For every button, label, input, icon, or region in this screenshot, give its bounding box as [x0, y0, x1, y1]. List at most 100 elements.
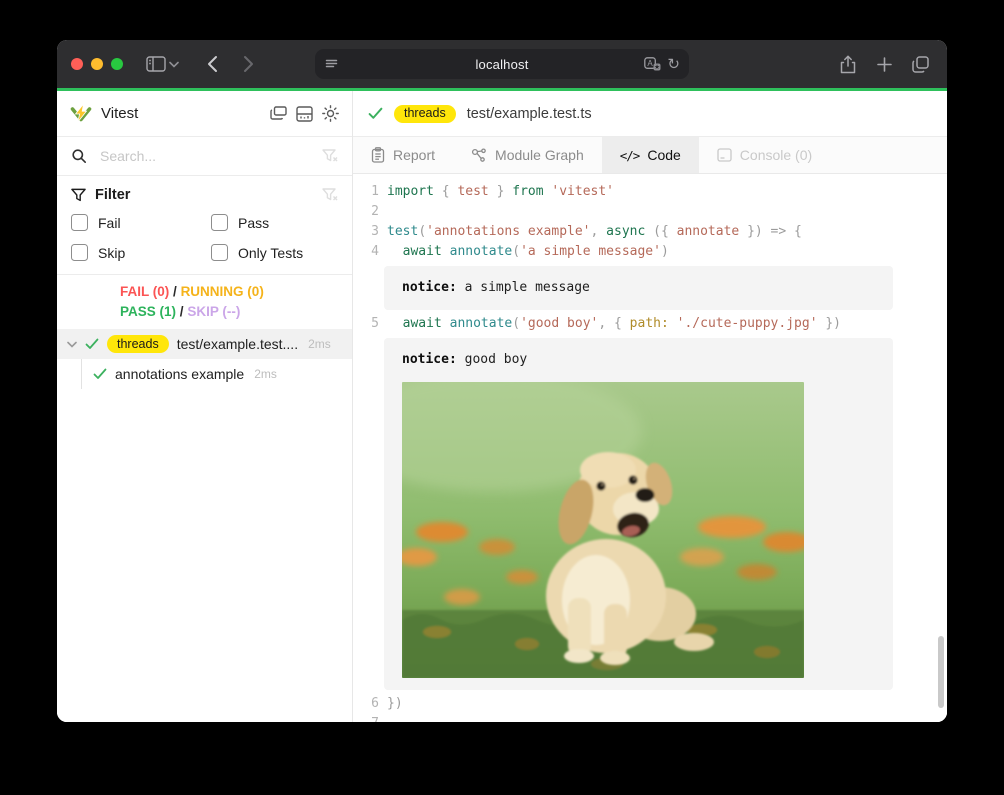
pass-check-icon	[85, 338, 99, 350]
line-number: 4	[353, 242, 387, 262]
close-window-button[interactable]	[71, 58, 83, 70]
dashboard-report-icon[interactable]	[296, 106, 313, 122]
checkbox-pass[interactable]	[211, 214, 228, 231]
checkbox-label: Pass	[238, 215, 269, 231]
tab-label: Console (0)	[740, 147, 812, 163]
view-tabs: Report Module Graph <	[353, 137, 947, 174]
stat-separator: /	[173, 284, 177, 299]
browser-window: localhost A ★ ↻	[57, 40, 947, 722]
module-graph-icon	[471, 148, 487, 163]
checkbox-label: Fail	[98, 215, 121, 231]
code-viewer[interactable]: 1import { test } from 'vitest'23test('an…	[353, 174, 947, 722]
code-row: 7	[353, 714, 947, 722]
forward-button[interactable]	[235, 51, 261, 77]
chevron-down-icon[interactable]	[169, 61, 185, 68]
stat-running: RUNNING (0)	[181, 284, 264, 299]
test-file-name: test/example.test....	[177, 336, 298, 352]
back-button[interactable]	[199, 51, 225, 77]
window-controls	[71, 58, 123, 70]
svg-text:A: A	[648, 59, 654, 68]
zoom-window-button[interactable]	[111, 58, 123, 70]
translate-icon[interactable]: A ★	[644, 57, 661, 71]
filter-section: Filter Fail Pass	[57, 176, 352, 275]
open-file-name: test/example.test.ts	[467, 106, 592, 122]
vertical-scrollbar[interactable]	[938, 636, 944, 708]
pool-badge: threads	[107, 335, 169, 353]
tab-overview-icon[interactable]	[907, 51, 933, 77]
line-number: 1	[353, 182, 387, 202]
checkbox-skip[interactable]	[71, 244, 88, 261]
app-title: Vitest	[101, 105, 138, 122]
browser-titlebar: localhost A ★ ↻	[57, 40, 947, 88]
code-row: 4 await annotate('a simple message')	[353, 242, 947, 262]
search-input[interactable]	[98, 147, 311, 165]
reader-view-icon[interactable]	[324, 57, 364, 71]
test-tree: threads test/example.test.... 2ms annota…	[57, 329, 352, 722]
checkbox-fail[interactable]	[71, 214, 88, 231]
filter-option-only-tests[interactable]: Only Tests	[211, 244, 338, 261]
code-line: test('annotations example', async ({ ann…	[387, 222, 802, 242]
vitest-logo-icon	[70, 103, 92, 125]
line-number: 5	[353, 314, 387, 334]
clear-filter-icon[interactable]	[322, 149, 338, 163]
annotation-notice: notice: a simple message	[384, 266, 893, 310]
checkbox-only-tests[interactable]	[211, 244, 228, 261]
minimize-window-button[interactable]	[91, 58, 103, 70]
code-line: await annotate('good boy', { path: './cu…	[387, 314, 841, 334]
file-header: threads test/example.test.ts	[353, 91, 947, 137]
tab-module-graph[interactable]: Module Graph	[453, 137, 602, 173]
test-duration: 2ms	[308, 337, 331, 351]
code-icon: </>	[620, 148, 640, 163]
puppy-photo	[402, 382, 804, 678]
line-number: 7	[353, 714, 387, 722]
sidebar-toggle-icon[interactable]	[143, 51, 169, 77]
test-stats: FAIL (0) / RUNNING (0) PASS (1) / SKIP (…	[57, 275, 352, 329]
notice-label: notice:	[402, 352, 457, 367]
test-duration: 2ms	[254, 367, 277, 381]
tab-label: Code	[647, 147, 680, 163]
theme-toggle-sun-icon[interactable]	[322, 105, 339, 122]
stat-separator: /	[180, 304, 184, 319]
sidebar: Vitest	[57, 91, 353, 722]
test-file-row[interactable]: threads test/example.test.... 2ms	[57, 329, 352, 359]
chevron-down-icon[interactable]	[67, 341, 77, 348]
tab-code[interactable]: </> Code	[602, 137, 699, 173]
console-icon	[717, 148, 732, 162]
code-line: import { test } from 'vitest'	[387, 182, 614, 202]
search-icon	[71, 148, 87, 164]
code-row: 1import { test } from 'vitest'	[353, 182, 947, 202]
test-case-name: annotations example	[115, 366, 244, 382]
code-row: 6})	[353, 694, 947, 714]
notice-message: good boy	[457, 352, 527, 367]
code-line: await annotate('a simple message')	[387, 242, 669, 262]
url-text[interactable]: localhost	[364, 57, 640, 72]
filter-option-fail[interactable]: Fail	[71, 214, 211, 231]
code-content: 1import { test } from 'vitest'23test('an…	[353, 182, 947, 722]
checkbox-label: Only Tests	[238, 245, 303, 261]
tab-report[interactable]: Report	[353, 137, 453, 173]
stat-skip: SKIP (--)	[187, 304, 240, 319]
main-panel: threads test/example.test.ts Report	[353, 91, 947, 722]
stat-fail: FAIL (0)	[120, 284, 169, 299]
clear-filter-icon[interactable]	[322, 188, 338, 202]
address-bar[interactable]: localhost A ★ ↻	[315, 49, 689, 79]
filter-option-skip[interactable]: Skip	[71, 244, 211, 261]
new-tab-icon[interactable]	[871, 51, 897, 77]
reload-icon[interactable]: ↻	[667, 57, 680, 72]
tab-console: Console (0)	[699, 137, 830, 173]
line-number: 2	[353, 202, 387, 222]
code-row: 3test('annotations example', async ({ an…	[353, 222, 947, 242]
pool-badge: threads	[394, 105, 456, 123]
filter-funnel-icon	[71, 188, 86, 202]
collapse-panels-icon[interactable]	[270, 106, 287, 121]
notice-label: notice:	[402, 280, 457, 295]
tab-label: Module Graph	[495, 147, 584, 163]
test-case-row[interactable]: annotations example 2ms	[57, 359, 352, 389]
line-number: 3	[353, 222, 387, 242]
stat-pass: PASS (1)	[120, 304, 176, 319]
filter-option-pass[interactable]: Pass	[211, 214, 338, 231]
svg-text:★: ★	[655, 63, 661, 71]
notice-message: a simple message	[457, 280, 590, 295]
share-icon[interactable]	[835, 51, 861, 77]
filter-title: Filter	[95, 187, 130, 203]
